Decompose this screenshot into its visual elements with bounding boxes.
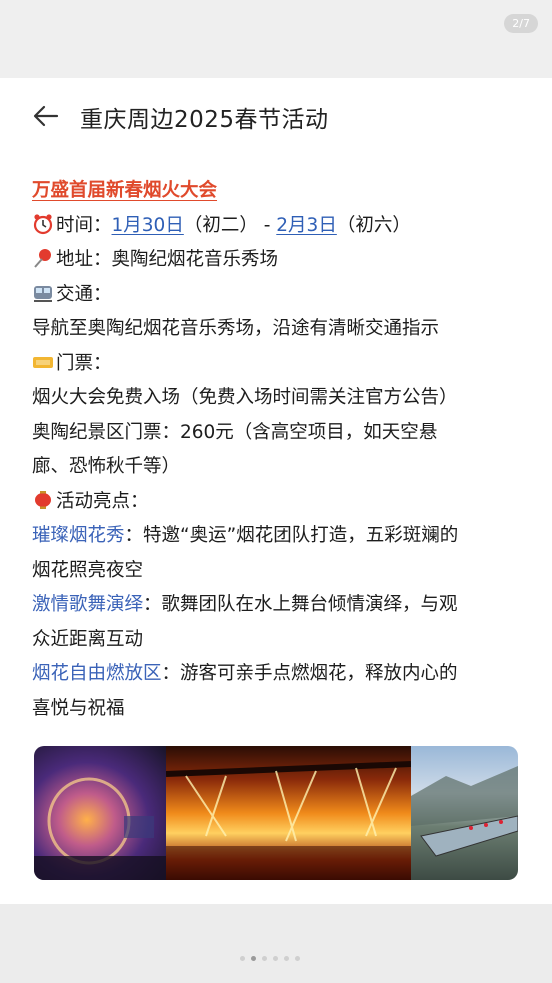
page-dot[interactable]	[295, 956, 300, 961]
highlight-name-fireworks[interactable]: 璀璨烟花秀	[32, 525, 125, 546]
lantern-icon	[32, 489, 54, 511]
transport-value: 导航至奥陶纪烟花音乐秀场，沿途有清晰交通指示	[32, 318, 440, 339]
highlight-sep: ：	[124, 525, 144, 546]
end-date-link[interactable]: 2月3日	[276, 215, 337, 236]
transport-label: 交通：	[56, 283, 112, 305]
highlights-line: 活动亮点：	[32, 485, 520, 520]
highlight-desc: 特邀“奥运”烟花团队打造，五彩斑斓的	[143, 525, 459, 546]
image-counter: 2/7	[504, 14, 538, 33]
water-show-photo[interactable]	[34, 746, 166, 880]
page-title: 重庆周边2025春节活动	[80, 107, 329, 133]
ticket-price-text-b: 廊、恐怖秋千等）	[32, 456, 181, 477]
fireworks-stage-photo[interactable]	[165, 746, 412, 880]
back-arrow-icon	[33, 105, 59, 127]
event-title: 万盛首届新春烟火大会	[32, 180, 218, 201]
ticket-icon	[32, 351, 54, 373]
transport-line: 交通：	[32, 278, 520, 313]
address-line: 地址：奥陶纪烟花音乐秀场	[32, 243, 520, 278]
highlight-desc: 歌舞团队在水上舞台倾情演绎，与观	[161, 594, 458, 615]
highlight-desc-cont: 喜悦与祝福	[32, 697, 125, 719]
skywalk-graphic	[411, 766, 518, 857]
pagination-dots	[240, 956, 300, 961]
highlight-desc: 游客可亲手点燃烟花，释放内心的	[180, 663, 458, 684]
highlight-item: 激情歌舞演绎：歌舞团队在水上舞台倾情演绎，与观	[32, 588, 520, 623]
alarm-clock-icon	[32, 213, 54, 235]
header: 重庆周边2025春节活动	[0, 96, 552, 136]
highlight-desc-cont: 众近距离互动	[32, 628, 144, 650]
highlight-name-free-zone[interactable]: 烟花自由燃放区	[32, 663, 162, 684]
highlight-item: 璀璨烟花秀：特邀“奥运”烟花团队打造，五彩斑斓的	[32, 519, 520, 554]
ticket-label: 门票：	[56, 352, 112, 374]
back-button[interactable]	[32, 102, 60, 130]
address-value: 奥陶纪烟花音乐秀场	[111, 249, 279, 270]
page-dot-active[interactable]	[251, 956, 256, 961]
date-separator: -	[257, 214, 277, 236]
event-title-line: 万盛首届新春烟火大会	[32, 174, 520, 209]
post-card: 重庆周边2025春节活动 万盛首届新春烟火大会 时间：1月30日（初二） - 2…	[0, 78, 552, 904]
highlight-name-dance[interactable]: 激情歌舞演绎	[32, 594, 143, 615]
time-line: 时间：1月30日（初二） - 2月3日（初六）	[32, 209, 520, 244]
end-date-note: （初六）	[336, 214, 411, 236]
highlight-sep: ：	[161, 663, 181, 684]
highlight-sep: ：	[143, 594, 162, 615]
water-screen-graphic	[34, 777, 166, 880]
ticket-line: 门票：	[32, 347, 520, 382]
fireworks-graphic	[165, 761, 412, 880]
highlight-item: 烟花自由燃放区：游客可亲手点燃烟花，释放内心的	[32, 657, 520, 692]
start-date-note: （初二）	[183, 214, 258, 236]
page-dot[interactable]	[284, 956, 289, 961]
pushpin-icon	[32, 247, 54, 269]
highlight-desc-cont: 烟花照亮夜空	[32, 559, 144, 581]
skywalk-photo[interactable]	[411, 746, 518, 880]
tram-icon	[32, 282, 54, 304]
top-bar: 2/7	[0, 0, 552, 78]
photo-strip[interactable]	[34, 746, 518, 880]
address-label: 地址：	[56, 249, 112, 270]
page-dot[interactable]	[262, 956, 267, 961]
time-label: 时间：	[56, 214, 112, 236]
highlights-label: 活动亮点：	[56, 490, 149, 512]
page-dot[interactable]	[240, 956, 245, 961]
bottom-bar	[0, 904, 552, 983]
ticket-price-text-a: 奥陶纪景区门票：260元（含高空项目，如天空悬	[32, 421, 438, 443]
start-date-link[interactable]: 1月30日	[112, 215, 184, 236]
post-content: 万盛首届新春烟火大会 时间：1月30日（初二） - 2月3日（初六） 地址：奥陶…	[32, 174, 520, 726]
page-dot[interactable]	[273, 956, 278, 961]
ticket-free-text: 烟火大会免费入场（免费入场时间需关注官方公告）	[32, 387, 458, 408]
